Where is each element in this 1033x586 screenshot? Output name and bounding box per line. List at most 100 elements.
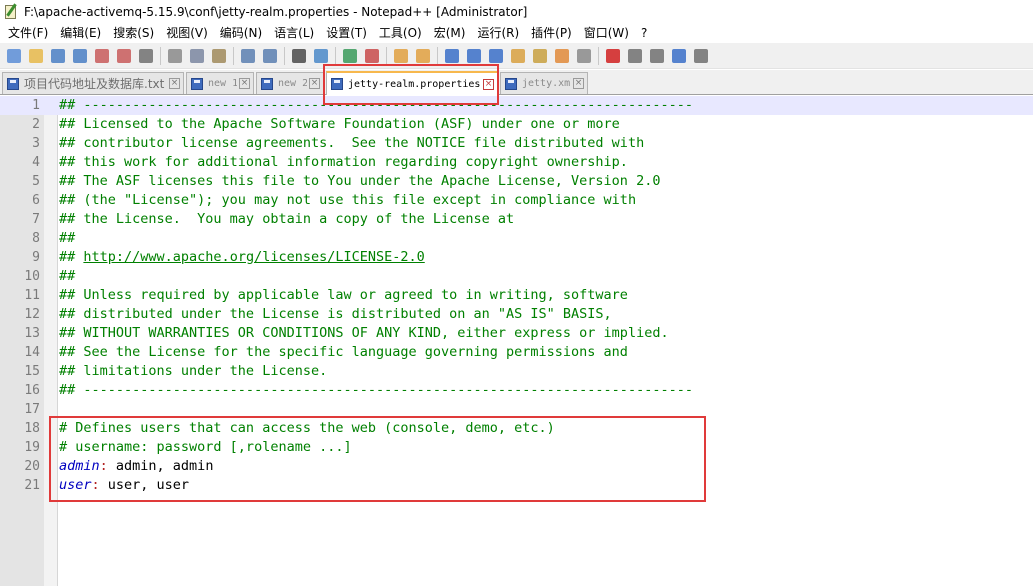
open-file-icon[interactable] [26, 46, 46, 66]
save-all-icon[interactable] [70, 46, 90, 66]
line-number: 18 [24, 421, 40, 436]
word-wrap-icon[interactable] [442, 46, 462, 66]
tab-1[interactable]: new 1 × [186, 72, 254, 94]
menu-file[interactable]: 文件(F) [2, 23, 54, 43]
find-icon[interactable] [289, 46, 309, 66]
close-icon[interactable] [92, 46, 112, 66]
code-line[interactable]: 8 ## [0, 229, 1033, 248]
line-number: 8 [32, 231, 40, 246]
print-icon[interactable] [136, 46, 156, 66]
code-text: ## The ASF licenses this file to You und… [59, 172, 660, 191]
code-line[interactable]: 5 ## The ASF licenses this file to You un… [0, 172, 1033, 191]
save-status-icon [505, 77, 517, 90]
menu-tools[interactable]: 工具(O) [373, 23, 428, 43]
code-text: ## limitations under the License. [59, 362, 327, 381]
code-line[interactable]: 2 ## Licensed to the Apache Software Foun… [0, 115, 1033, 134]
menu-search[interactable]: 搜索(S) [107, 23, 160, 43]
code-token: ## See the License for the specific lang… [59, 344, 628, 360]
monitor-icon[interactable] [574, 46, 594, 66]
close-all-icon[interactable] [114, 46, 134, 66]
new-file-icon[interactable] [4, 46, 24, 66]
sync-vertical-icon[interactable] [391, 46, 411, 66]
menu-edit[interactable]: 编辑(E) [54, 23, 107, 43]
license-link[interactable]: http://www.apache.org/licenses/LICENSE-2… [83, 249, 424, 265]
code-line[interactable]: 19 # username: password [,rolename ...] [0, 438, 1033, 457]
run-macro-multiple-icon[interactable] [669, 46, 689, 66]
code-line[interactable]: 17 [0, 400, 1033, 419]
tab-2[interactable]: new 2 × [256, 72, 324, 94]
window-title: F:\apache-activemq-5.15.9\conf\jetty-rea… [24, 4, 528, 19]
show-all-chars-icon[interactable] [464, 46, 484, 66]
tab-close-icon[interactable]: × [169, 78, 180, 89]
code-text: ## distributed under the License is dist… [59, 305, 612, 324]
code-text: # Defines users that can access the web … [59, 419, 555, 438]
code-line[interactable]: 20 admin: admin, admin [0, 457, 1033, 476]
tab-close-icon[interactable]: × [483, 78, 494, 90]
menu-settings[interactable]: 设置(T) [320, 23, 373, 43]
editor-area[interactable]: 1 ## ------------------------------------… [0, 96, 1033, 586]
code-line[interactable]: 1 ## ------------------------------------… [0, 96, 1033, 115]
tab-3[interactable]: jetty-realm.properties × [326, 71, 498, 95]
menu-view[interactable]: 视图(V) [160, 23, 214, 43]
code-line[interactable]: 14 ## See the License for the specific la… [0, 343, 1033, 362]
tab-0[interactable]: 项目代码地址及数据库.txt × [2, 72, 184, 94]
menu-macro[interactable]: 宏(M) [428, 23, 472, 43]
line-number: 19 [24, 440, 40, 455]
code-token: ## (the "License"); you may not use this… [59, 192, 637, 208]
menu-language[interactable]: 语言(L) [268, 23, 320, 43]
replace-icon[interactable] [311, 46, 331, 66]
copy-icon[interactable] [187, 46, 207, 66]
code-line[interactable]: 4 ## this work for additional information… [0, 153, 1033, 172]
undo-icon[interactable] [238, 46, 258, 66]
folder-workspace-icon[interactable] [552, 46, 572, 66]
paste-icon[interactable] [209, 46, 229, 66]
code-line[interactable]: 3 ## contributor license agreements. See … [0, 134, 1033, 153]
code-token: ## [59, 268, 76, 284]
code-line[interactable]: 15 ## limitations under the License. [0, 362, 1033, 381]
code-line[interactable]: 10 ## [0, 267, 1033, 286]
menu-window[interactable]: 窗口(W) [578, 23, 635, 43]
tab-close-icon[interactable]: × [573, 78, 584, 89]
code-line[interactable]: 18 # Defines users that can access the we… [0, 419, 1033, 438]
doc-map-icon[interactable] [508, 46, 528, 66]
code-text: user: user, user [59, 476, 189, 495]
code-line[interactable]: 9 ## http://www.apache.org/licenses/LICEN… [0, 248, 1033, 267]
save-macro-icon[interactable] [691, 46, 711, 66]
code-text: ## -------------------------------------… [59, 96, 693, 115]
code-line[interactable]: 7 ## the License. You may obtain a copy o… [0, 210, 1033, 229]
indent-guide-icon[interactable] [486, 46, 506, 66]
zoom-in-icon[interactable] [340, 46, 360, 66]
redo-icon[interactable] [260, 46, 280, 66]
code-line[interactable]: 6 ## (the "License"); you may not use thi… [0, 191, 1033, 210]
line-number: 4 [32, 155, 40, 170]
record-macro-icon[interactable] [603, 46, 623, 66]
tab-4[interactable]: jetty.xml × [500, 72, 588, 94]
save-icon[interactable] [48, 46, 68, 66]
code-line[interactable]: 13 ## WITHOUT WARRANTIES OR CONDITIONS OF… [0, 324, 1033, 343]
menu-encoding[interactable]: 编码(N) [214, 23, 268, 43]
code-token: ## [59, 230, 76, 246]
stop-macro-icon[interactable] [625, 46, 645, 66]
tab-close-icon[interactable]: × [239, 78, 250, 89]
line-number: 12 [24, 307, 40, 322]
tab-close-icon[interactable]: × [309, 78, 320, 89]
function-list-icon[interactable] [530, 46, 550, 66]
code-text: ## Unless required by applicable law or … [59, 286, 628, 305]
code-line[interactable]: 16 ## -----------------------------------… [0, 381, 1033, 400]
menu-help[interactable]: ? [635, 23, 653, 43]
toolbar-separator [598, 46, 599, 65]
code-token: ## The ASF licenses this file to You und… [59, 173, 661, 189]
menu-plugins[interactable]: 插件(P) [525, 23, 578, 43]
code-line[interactable]: 11 ## Unless required by applicable law o… [0, 286, 1033, 305]
zoom-out-icon[interactable] [362, 46, 382, 66]
code-token: # username: password [,rolename ...] [59, 439, 352, 455]
code-line[interactable]: 12 ## distributed under the License is di… [0, 305, 1033, 324]
cut-icon[interactable] [165, 46, 185, 66]
menu-bar: 文件(F) 编辑(E) 搜索(S) 视图(V) 编码(N) 语言(L) 设置(T… [0, 23, 1033, 43]
sync-horizontal-icon[interactable] [413, 46, 433, 66]
menu-run[interactable]: 运行(R) [471, 23, 525, 43]
code-token: ## the License. You may obtain a copy of… [59, 211, 515, 227]
code-line[interactable]: 21 user: user, user [0, 476, 1033, 495]
code-text: ## Licensed to the Apache Software Found… [59, 115, 620, 134]
play-macro-icon[interactable] [647, 46, 667, 66]
